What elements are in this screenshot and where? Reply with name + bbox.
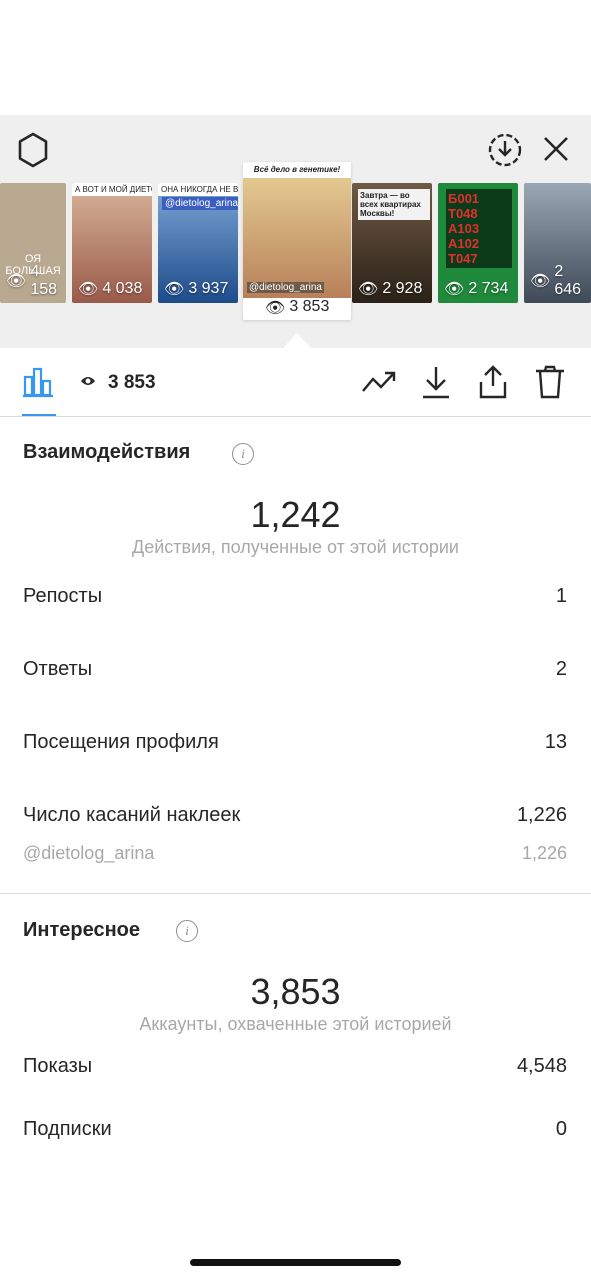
- selected-story-pointer: [283, 333, 311, 348]
- gear-icon[interactable]: [14, 131, 52, 169]
- replies-label: Ответы: [23, 658, 93, 680]
- bar-chart-icon[interactable]: [20, 364, 56, 400]
- home-indicator[interactable]: [190, 1259, 401, 1266]
- story-views-count: 3 853: [289, 298, 330, 315]
- story-views: 👁 2 928: [358, 279, 422, 299]
- divider: [0, 416, 591, 417]
- discovery-total: 3,853: [250, 971, 341, 1012]
- follows-label: Подписки: [23, 1118, 112, 1140]
- impressions-label: Показы: [23, 1055, 93, 1077]
- discovery-caption: Аккаунты, охваченные этой историей: [139, 1014, 452, 1034]
- divider: [0, 893, 591, 894]
- story-sticker: @dietolog_arina: [162, 197, 238, 210]
- eye-icon: 👁: [444, 281, 465, 298]
- story-thumbnails: ОЯ БОЛЬШАЯ 👁 4 158 А ВОТ И МОЙ ДИЕТОЛОГ …: [0, 162, 591, 323]
- status-area: [0, 0, 591, 115]
- story-views-count: 2 928: [382, 280, 423, 297]
- story-views: 👁 3 937: [164, 279, 228, 299]
- interactions-title: Взаимодействия: [23, 441, 191, 463]
- story-views-count: 4 038: [102, 280, 143, 297]
- story-caption: Б001 Т048 А103 А102 Т047: [446, 189, 512, 268]
- eye-icon: 👁: [78, 281, 99, 298]
- story-image: [243, 178, 351, 298]
- eye-icon: 👁: [265, 300, 286, 317]
- reposts-value: 1: [555, 585, 567, 607]
- download-circle-icon[interactable]: [486, 131, 524, 169]
- eye-icon: [80, 374, 96, 391]
- story-caption: Завтра — во всех квартирах Москвы!: [358, 189, 430, 220]
- story-caption: А ВОТ И МОЙ ДИЕТОЛОГ: [72, 183, 152, 196]
- reposts-label: Репосты: [23, 585, 103, 607]
- discovery-title: Интересное: [23, 919, 140, 941]
- story-views: 👁 2 734: [444, 279, 508, 299]
- story-views-count: 4 158: [30, 263, 58, 298]
- eye-icon: 👁: [6, 273, 27, 290]
- eye-icon: 👁: [358, 281, 379, 298]
- share-icon[interactable]: [475, 362, 511, 402]
- story-thumb[interactable]: А ВОТ И МОЙ ДИЕТОЛОГ 👁 4 038: [72, 183, 152, 303]
- info-icon[interactable]: i: [232, 443, 254, 465]
- story-thumb[interactable]: 👁 2 646: [524, 183, 591, 303]
- story-thumb[interactable]: ОНА НИКОГДА НЕ ВРЕТ @dietolog_arina 👁 3 …: [158, 183, 238, 303]
- sticker-taps-value: 1,226: [516, 804, 567, 826]
- close-icon[interactable]: [538, 131, 574, 167]
- info-icon[interactable]: i: [176, 920, 198, 942]
- story-views-count: 3 937: [188, 280, 229, 297]
- profile-visits-value: 13: [544, 731, 567, 753]
- story-views: 👁 3 853: [265, 298, 329, 318]
- trash-icon[interactable]: [532, 362, 568, 402]
- eye-icon: 👁: [530, 273, 551, 290]
- impressions-value: 4,548: [516, 1055, 567, 1077]
- story-caption: ОНА НИКОГДА НЕ ВРЕТ: [158, 183, 238, 196]
- trend-up-icon[interactable]: [360, 364, 398, 400]
- story-toolbar: 3 853: [0, 348, 591, 416]
- follows-value: 0: [555, 1118, 567, 1140]
- story-sticker: @dietolog_arina: [247, 282, 324, 293]
- story-views: 👁 2 646: [530, 263, 591, 299]
- views-count: 3 853: [108, 372, 156, 393]
- sticker-taps-label: Число касаний наклеек: [23, 804, 241, 826]
- replies-value: 2: [555, 658, 567, 680]
- profile-visits-label: Посещения профиля: [23, 731, 219, 753]
- interactions-total: 1,242: [250, 494, 341, 535]
- story-thumb-selected[interactable]: Всё дело в генетике! @dietolog_arina 👁 3…: [243, 162, 351, 320]
- story-views: 👁 4 158: [6, 263, 66, 299]
- story-views-count: 2 734: [468, 280, 509, 297]
- eye-icon: 👁: [164, 281, 185, 298]
- sticker-mention-value: 1,226: [521, 843, 567, 863]
- story-views-count: 2 646: [554, 263, 582, 298]
- story-views: 👁 4 038: [78, 279, 142, 299]
- story-thumb[interactable]: Завтра — во всех квартирах Москвы! 👁 2 9…: [352, 183, 432, 303]
- story-caption: Всё дело в генетике!: [253, 165, 341, 174]
- sticker-mention-label[interactable]: @dietolog_arina: [23, 843, 154, 864]
- story-thumb[interactable]: Б001 Т048 А103 А102 Т047 👁 2 734: [438, 183, 518, 303]
- story-thumb[interactable]: ОЯ БОЛЬШАЯ 👁 4 158: [0, 183, 66, 303]
- download-icon[interactable]: [418, 362, 454, 402]
- interactions-caption: Действия, полученные от этой истории: [132, 537, 459, 557]
